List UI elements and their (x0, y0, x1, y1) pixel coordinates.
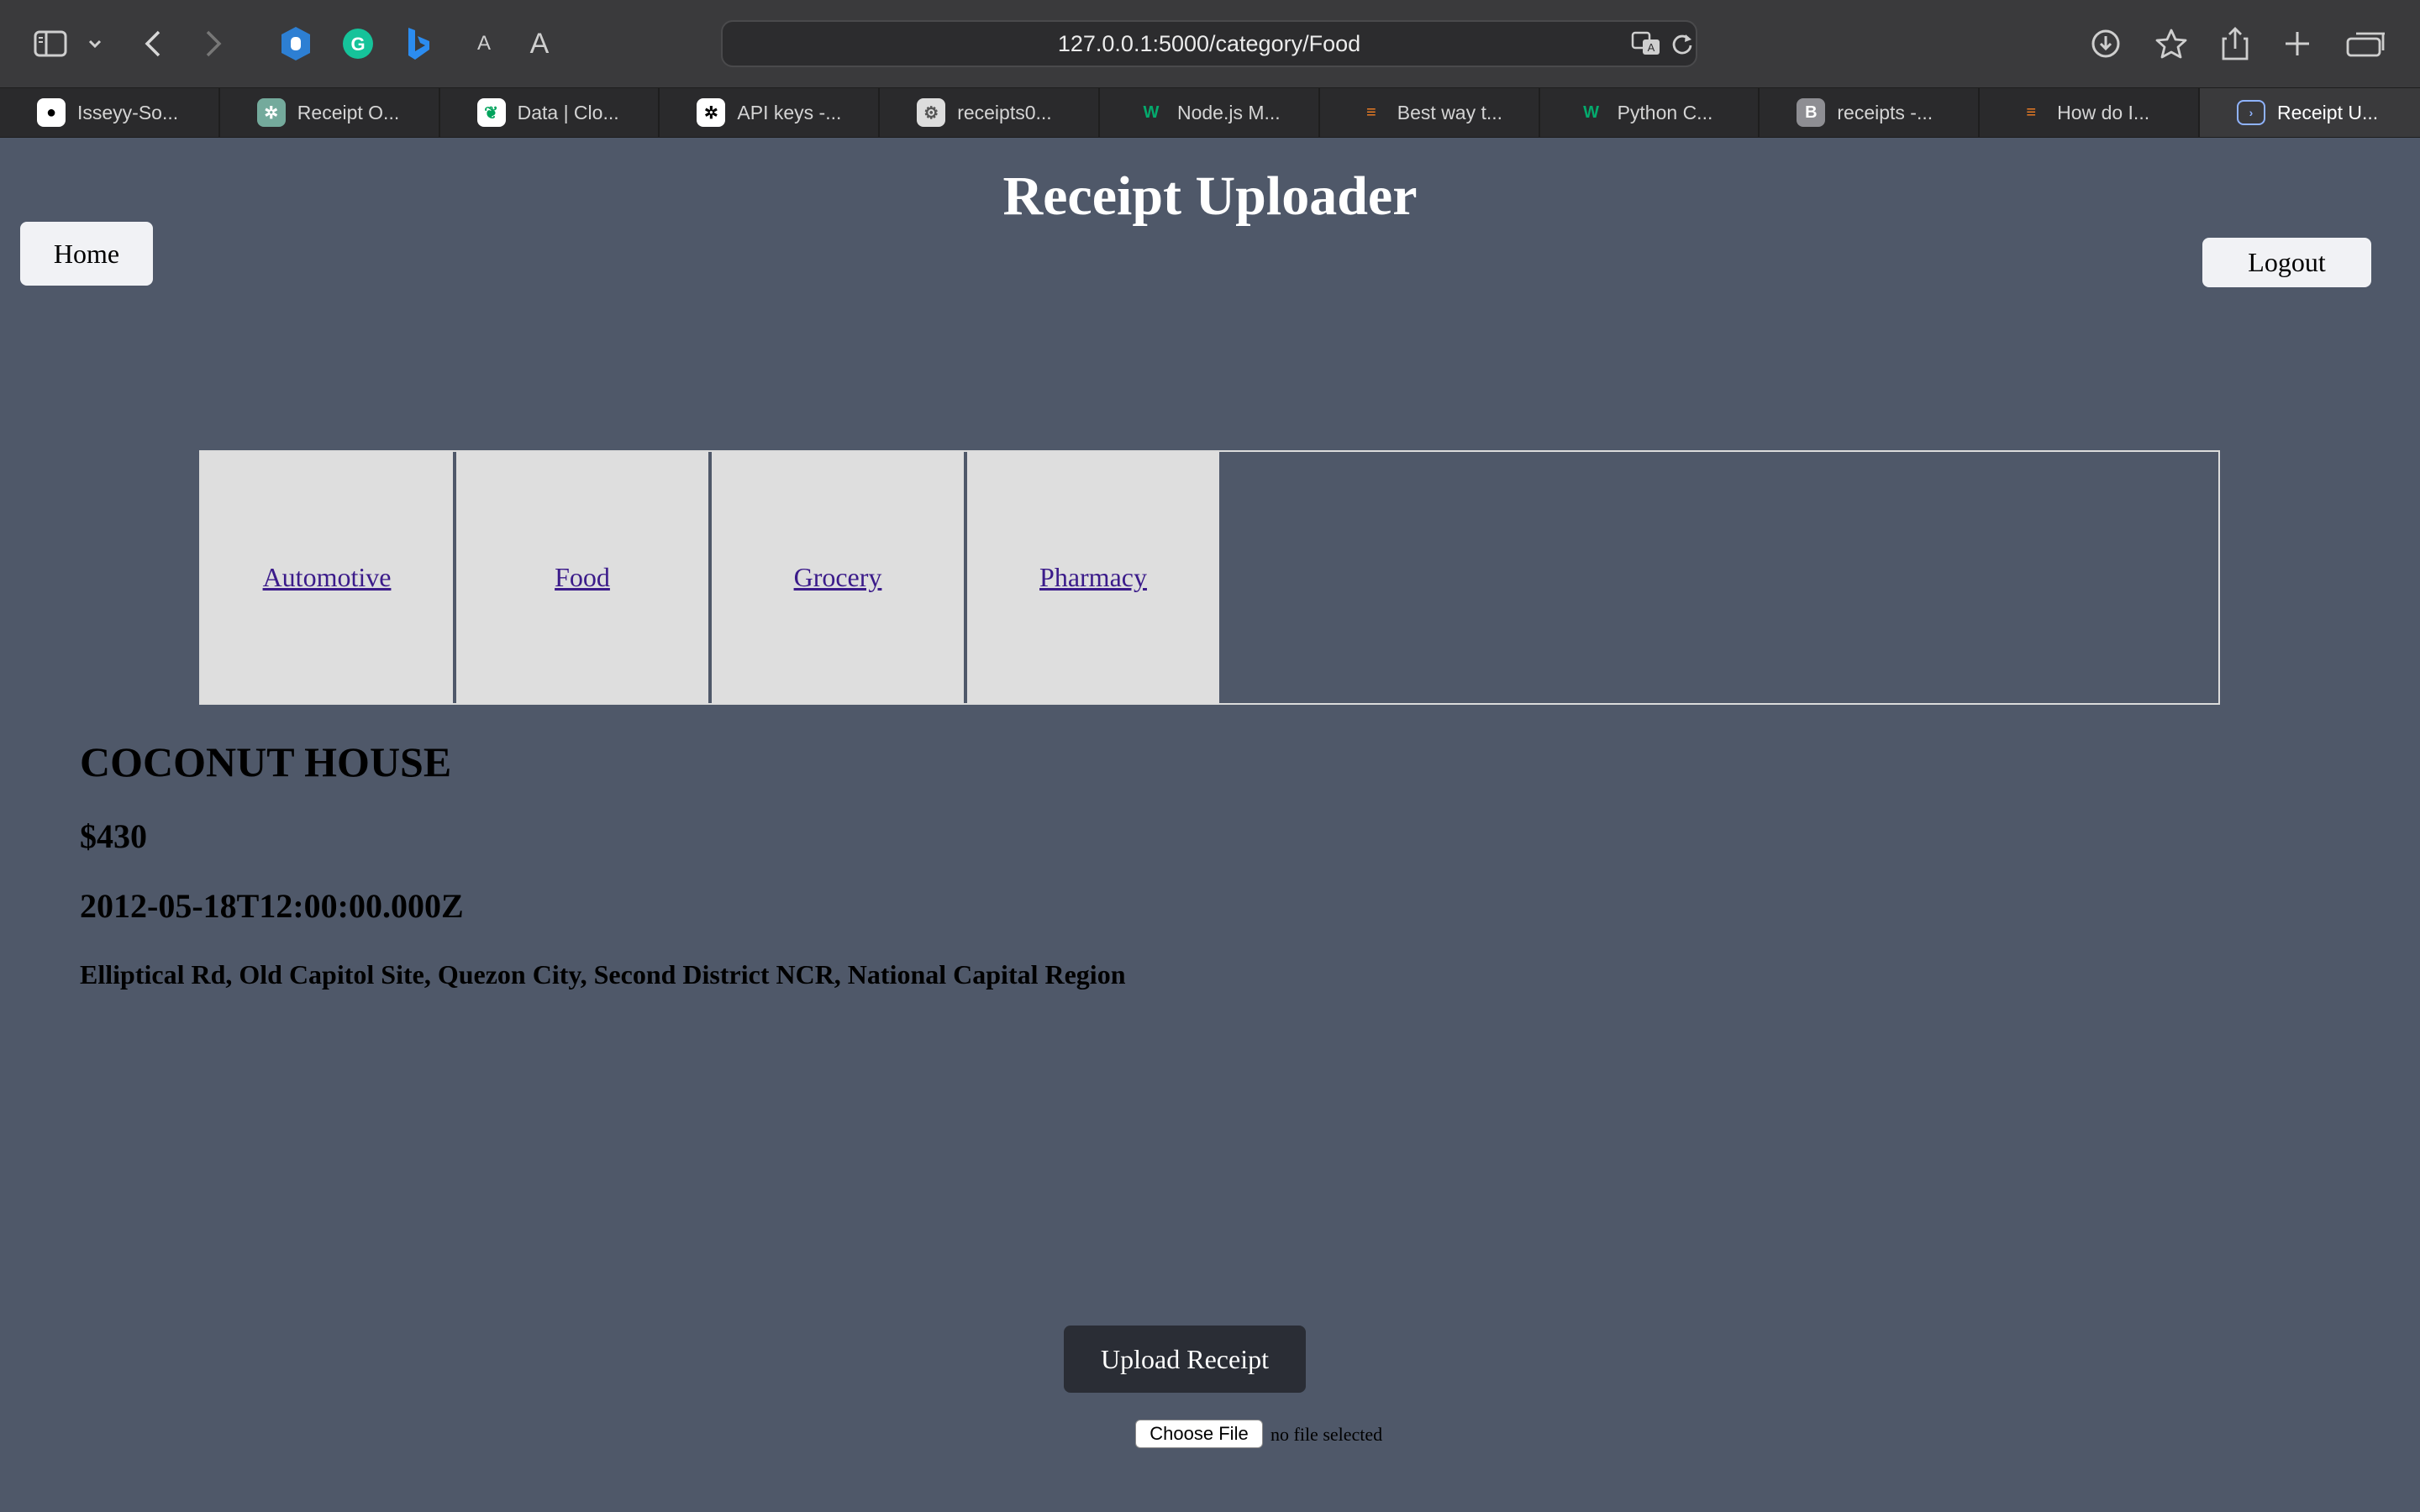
w3schools-icon: W (1143, 102, 1160, 122)
bing-icon[interactable] (395, 20, 442, 67)
back-arrow-icon[interactable] (129, 20, 176, 67)
openai-icon: ✲ (697, 98, 726, 127)
browser-tab-active[interactable]: › Receipt U... (2199, 88, 2420, 137)
browser-tab[interactable]: ⚙ receipts0... (880, 88, 1100, 137)
receipt-amount: $430 (80, 817, 147, 855)
choose-file-button[interactable]: Choose File (1135, 1420, 1263, 1448)
decrease-text-size-icon[interactable]: A (460, 20, 508, 67)
category-link-pharmacy[interactable]: Pharmacy (1039, 562, 1147, 593)
browser-tab[interactable]: W Node.js M... (1100, 88, 1320, 137)
chatgpt-icon: ✲ (256, 98, 286, 127)
sidebar-toggle-icon[interactable] (27, 20, 74, 67)
logout-button[interactable]: Logout (2202, 238, 2371, 287)
terminal-window-icon: › (2236, 100, 2265, 125)
address-bar[interactable]: 127.0.0.1:5000/category/Food A (721, 20, 1697, 67)
gear-icon: ⚙ (917, 98, 946, 127)
home-button[interactable]: Home (20, 222, 153, 286)
chevron-down-icon[interactable] (74, 20, 116, 67)
category-link-automotive[interactable]: Automotive (263, 562, 392, 593)
category-cell[interactable]: Grocery (712, 452, 964, 703)
tab-overview-icon[interactable] (2343, 20, 2390, 67)
share-icon[interactable] (2212, 20, 2259, 67)
reload-icon[interactable] (1665, 20, 1699, 67)
file-status-text: no file selected (1270, 1424, 1383, 1445)
privacy-extension-icon[interactable] (272, 20, 319, 67)
browser-tab[interactable]: Breceipts -... (1760, 88, 1981, 137)
bookmark-star-icon[interactable] (2148, 20, 2195, 67)
browser-tab[interactable]: ✲ API keys -... (660, 88, 881, 137)
w3schools-icon: W (1583, 102, 1600, 122)
category-link-food[interactable]: Food (555, 562, 610, 593)
downloads-icon[interactable] (2082, 20, 2129, 67)
browser-tab[interactable]: ❦ Data | Clo... (440, 88, 660, 137)
mongodb-leaf-icon: ❦ (476, 98, 506, 127)
browser-tab[interactable]: W Python C... (1540, 88, 1760, 137)
receipt-date: 2012-05-18T12:00:00.000Z (80, 887, 464, 925)
category-link-grocery[interactable]: Grocery (794, 562, 882, 593)
category-cell[interactable]: Food (456, 452, 708, 703)
category-cell[interactable]: Pharmacy (967, 452, 1219, 703)
letter-b-icon: B (1797, 98, 1826, 127)
browser-tab[interactable]: ● Isseyy-So... (0, 88, 220, 137)
svg-text:A: A (1648, 41, 1655, 54)
address-url[interactable]: 127.0.0.1:5000/category/Food (723, 22, 1696, 66)
svg-text:G: G (350, 34, 365, 55)
browser-tab[interactable]: ✲ Receipt O... (220, 88, 440, 137)
stackoverflow-icon: ≡ (1365, 102, 1376, 122)
receipt-merchant: COCONUT HOUSE (80, 738, 452, 785)
browser-tab-bar: ● Isseyy-So... ✲ Receipt O... ❦ Data | Clo.… (0, 87, 2420, 138)
category-cell[interactable]: Automotive (201, 452, 453, 703)
browser-tab[interactable]: ≡ Best way t... (1320, 88, 1540, 137)
increase-text-size-icon[interactable]: A (516, 20, 563, 67)
forward-arrow-icon[interactable] (190, 20, 237, 67)
github-icon: ● (37, 98, 66, 127)
receipt-address: Elliptical Rd, Old Capitol Site, Quezon … (80, 959, 1126, 990)
stackoverflow-icon: ≡ (2026, 102, 2036, 122)
browser-tab[interactable]: ≡ How do I... (1980, 88, 2200, 137)
browser-toolbar: G A A 127.0.0.1:5000/category/Food A (0, 0, 2420, 87)
translate-icon[interactable]: A (1627, 20, 1667, 67)
upload-receipt-button[interactable]: Upload Receipt (1064, 1326, 1306, 1393)
grammarly-icon[interactable]: G (334, 20, 381, 67)
category-nav: Automotive Food Grocery Pharmacy (199, 450, 2220, 705)
new-tab-plus-icon[interactable] (2274, 20, 2321, 67)
page-title: Receipt Uploader (1002, 165, 1418, 227)
